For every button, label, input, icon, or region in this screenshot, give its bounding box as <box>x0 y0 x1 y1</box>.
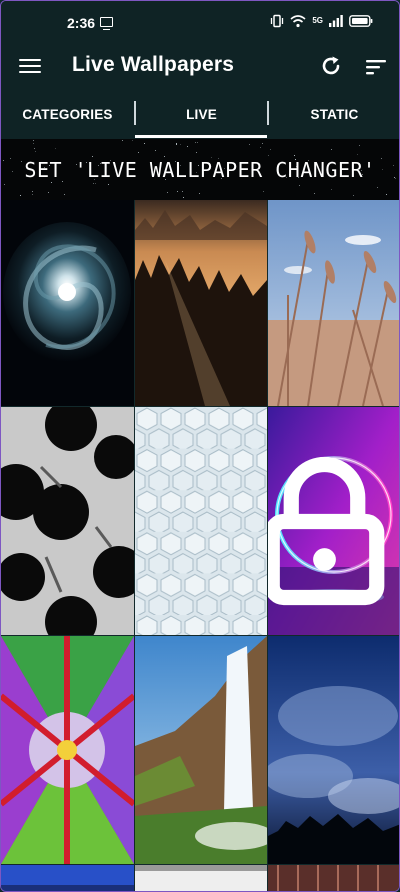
ink-blots-image <box>1 407 134 635</box>
waterfall-image <box>135 636 267 864</box>
wallpaper-tile-row4-2[interactable] <box>135 865 267 891</box>
lock-icon <box>268 456 385 606</box>
wallpaper-tile-ink-blots[interactable] <box>1 407 134 635</box>
hexagon-pattern-image <box>135 407 267 635</box>
refresh-icon[interactable] <box>319 54 343 78</box>
wallpaper-tile-neon-ring[interactable] <box>268 407 399 635</box>
tab-live[interactable]: LIVE <box>135 89 268 139</box>
galaxy-image <box>1 200 134 406</box>
status-time: 2:36 <box>67 15 96 31</box>
wheat-field-image <box>268 200 399 406</box>
wallpaper-preview-image <box>135 865 267 891</box>
battery-icon <box>349 15 373 27</box>
tab-static[interactable]: STATIC <box>268 89 399 139</box>
wallpaper-tile-row4-1[interactable] <box>1 865 134 891</box>
wallpaper-grid <box>1 200 399 891</box>
wallpaper-tile-forest[interactable] <box>135 200 267 406</box>
misty-forest-image <box>135 200 267 406</box>
sort-icon[interactable] <box>365 57 387 77</box>
status-icons: 5G <box>270 14 373 28</box>
page-title: Live Wallpapers <box>72 53 235 76</box>
live-wallpaper-changer-banner[interactable]: SET 'LIVE WALLPAPER CHANGER' <box>1 139 399 200</box>
wallpaper-tile-galaxy[interactable] <box>1 200 134 406</box>
wallpaper-preview-image <box>268 865 399 891</box>
wallpaper-tile-kaleidoscope[interactable] <box>1 636 134 864</box>
wallpaper-tile-hexagons[interactable] <box>135 407 267 635</box>
wallpaper-preview-image <box>1 865 134 891</box>
screen-cast-icon <box>100 17 113 30</box>
banner-text: SET 'LIVE WALLPAPER CHANGER' <box>24 157 376 182</box>
tab-bar: CATEGORIES LIVE STATIC <box>1 89 399 139</box>
vibrate-icon <box>271 14 284 28</box>
signal-icon <box>329 15 343 27</box>
network-type-label: 5G <box>312 16 323 25</box>
night-clouds-image <box>268 636 399 864</box>
wifi-icon <box>290 15 306 28</box>
wallpaper-tile-row4-3[interactable] <box>268 865 399 891</box>
app-screen: 2:36 5G Live Wallpapers CATEGORIES LIVE … <box>0 0 400 892</box>
wallpaper-tile-night-clouds[interactable] <box>268 636 399 864</box>
tab-categories[interactable]: CATEGORIES <box>1 89 134 139</box>
kaleidoscope-image <box>1 636 134 864</box>
wallpaper-tile-wheat[interactable] <box>268 200 399 406</box>
menu-icon[interactable] <box>19 56 41 76</box>
status-bar: 2:36 5G <box>1 1 399 45</box>
tab-selected-indicator <box>135 135 267 138</box>
wallpaper-tile-waterfall[interactable] <box>135 636 267 864</box>
app-bar: Live Wallpapers <box>1 45 399 89</box>
